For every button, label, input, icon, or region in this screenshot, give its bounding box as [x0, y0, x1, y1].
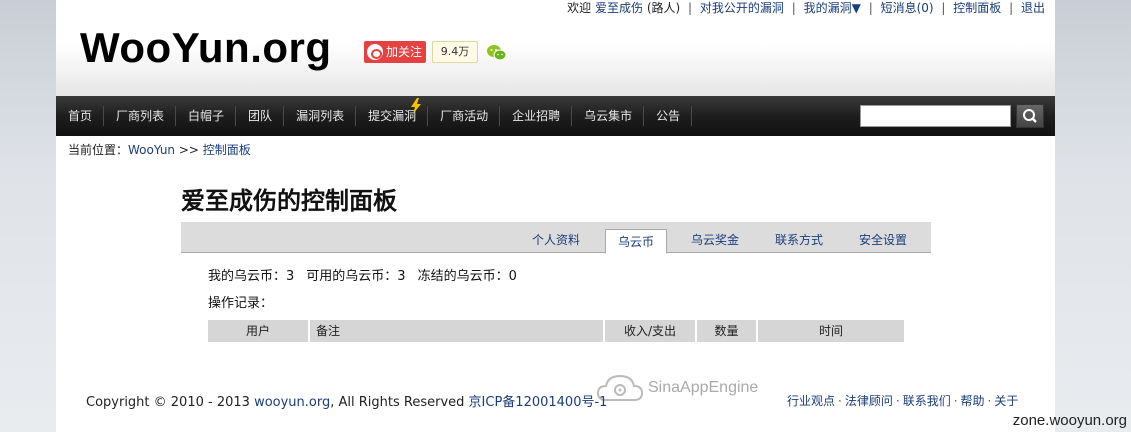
username-link[interactable]: 爱至成伤	[595, 1, 643, 15]
lightning-icon	[411, 98, 422, 114]
page-container: 欢迎 爱至成伤 (路人) | 对我公开的漏洞 | 我的漏洞▼ | 短消息(0) …	[56, 0, 1055, 432]
column-header-time: 时间	[758, 320, 904, 342]
nav-announcements[interactable]: 公告	[644, 96, 693, 136]
tab-contact[interactable]: 联系方式	[765, 222, 833, 253]
footer-link-opinion[interactable]: 行业观点	[787, 394, 835, 408]
search-button[interactable]	[1016, 104, 1044, 128]
copyright-text: Copyright © 2010 - 2013	[86, 395, 250, 410]
tab-profile[interactable]: 个人资料	[524, 222, 588, 253]
sae-label: SinaAppEngine	[648, 379, 759, 396]
divider: ·	[895, 394, 900, 408]
column-header-income-expense: 收入/支出	[605, 320, 695, 342]
nav-team[interactable]: 团队	[236, 96, 285, 136]
available-coins: 可用的乌云币：3	[306, 269, 406, 284]
divider: |	[868, 1, 873, 15]
nav-vendor-events[interactable]: 厂商活动	[428, 96, 501, 136]
follow-label: 加关注	[386, 45, 423, 59]
main-navbar: 首页 厂商列表 白帽子 团队 漏洞列表 提交漏洞 厂商活动 企业招聘 乌云集市 …	[56, 96, 1055, 136]
breadcrumb-current[interactable]: 控制面板	[203, 143, 251, 157]
panel-tabs: 个人资料 乌云币 乌云奖金 联系方式 安全设置	[181, 222, 931, 254]
weibo-follow-button[interactable]: 加关注	[364, 41, 426, 63]
footer-link-help[interactable]: 帮助	[961, 394, 985, 408]
public-bugs-link[interactable]: 对我公开的漏洞	[700, 1, 784, 15]
footer-site-link[interactable]: wooyun.org	[254, 395, 330, 410]
user-topbar: 欢迎 爱至成伤 (路人) | 对我公开的漏洞 | 我的漏洞▼ | 短消息(0) …	[567, 0, 1045, 16]
nav-market[interactable]: 乌云集市	[572, 96, 645, 136]
column-header-amount: 数量	[697, 320, 756, 342]
footer-link-about[interactable]: 关于	[994, 394, 1018, 408]
divider: |	[1009, 1, 1014, 15]
breadcrumb-separator: >>	[178, 143, 199, 157]
weibo-icon	[367, 44, 383, 60]
breadcrumb: 当前位置：WooYun >> 控制面板	[68, 141, 251, 158]
site-header: 欢迎 爱至成伤 (路人) | 对我公开的漏洞 | 我的漏洞▼ | 短消息(0) …	[56, 0, 1055, 96]
column-header-note: 备注	[310, 320, 603, 342]
nav-submit-bug-label: 提交漏洞	[368, 109, 417, 123]
divider: |	[791, 1, 796, 15]
breadcrumb-prefix: 当前位置：	[68, 143, 129, 157]
divider: ·	[987, 394, 992, 408]
site-logo[interactable]: WooYun.org	[80, 24, 332, 72]
wechat-icon[interactable]	[486, 43, 508, 63]
records-table-header: 用户 备注 收入/支出 数量 时间	[208, 320, 906, 342]
nav-home[interactable]: 首页	[56, 96, 105, 136]
rights-text: , All Rights Reserved	[330, 395, 465, 410]
search-input[interactable]	[860, 105, 1011, 127]
my-coins: 我的乌云币：3	[208, 269, 295, 284]
icp-link[interactable]: 京ICP备12001400号-1	[469, 395, 608, 410]
coin-summary: 我的乌云币：3 可用的乌云币：3 冻结的乌云币：0	[208, 265, 517, 284]
tab-security[interactable]: 安全设置	[849, 222, 917, 253]
follower-count-badge: 9.4万	[432, 41, 478, 63]
column-header-user: 用户	[208, 320, 308, 342]
nav-bug-list[interactable]: 漏洞列表	[284, 96, 357, 136]
page-title: 爱至成伤的控制面板	[181, 187, 397, 215]
divider: ·	[953, 394, 958, 408]
footer-links: 行业观点 · 法律顾问 · 联系我们 · 帮助 · 关于	[787, 392, 1018, 409]
divider: |	[941, 1, 946, 15]
footer-copyright: Copyright © 2010 - 2013 wooyun.org, All …	[86, 391, 607, 410]
user-role: (路人)	[646, 1, 681, 15]
nav-submit-bug[interactable]: 提交漏洞	[356, 96, 429, 136]
footer-link-legal[interactable]: 法律顾问	[845, 394, 893, 408]
records-label: 操作记录：	[208, 296, 274, 311]
breadcrumb-home[interactable]: WooYun	[128, 143, 175, 157]
nav-vendor-list[interactable]: 厂商列表	[104, 96, 177, 136]
tab-wooyun-coins[interactable]: 乌云币	[605, 229, 667, 254]
divider: ·	[838, 394, 842, 408]
divider: |	[688, 1, 693, 15]
my-bugs-menu[interactable]: 我的漏洞▼	[804, 1, 861, 15]
sae-badge[interactable]: SinaAppEngine	[596, 372, 758, 404]
control-panel-link[interactable]: 控制面板	[953, 1, 1001, 15]
footer-link-contact[interactable]: 联系我们	[903, 394, 951, 408]
frozen-coins: 冻结的乌云币：0	[417, 269, 517, 284]
nav-jobs[interactable]: 企业招聘	[500, 96, 573, 136]
nav-whitehats[interactable]: 白帽子	[176, 96, 237, 136]
logout-link[interactable]: 退出	[1021, 1, 1045, 15]
welcome-text: 欢迎	[567, 1, 592, 15]
watermark: zone.wooyun.org	[1012, 412, 1127, 429]
messages-link[interactable]: 短消息(0)	[881, 1, 934, 15]
tab-bounty[interactable]: 乌云奖金	[681, 222, 749, 253]
search-icon	[1023, 109, 1037, 123]
